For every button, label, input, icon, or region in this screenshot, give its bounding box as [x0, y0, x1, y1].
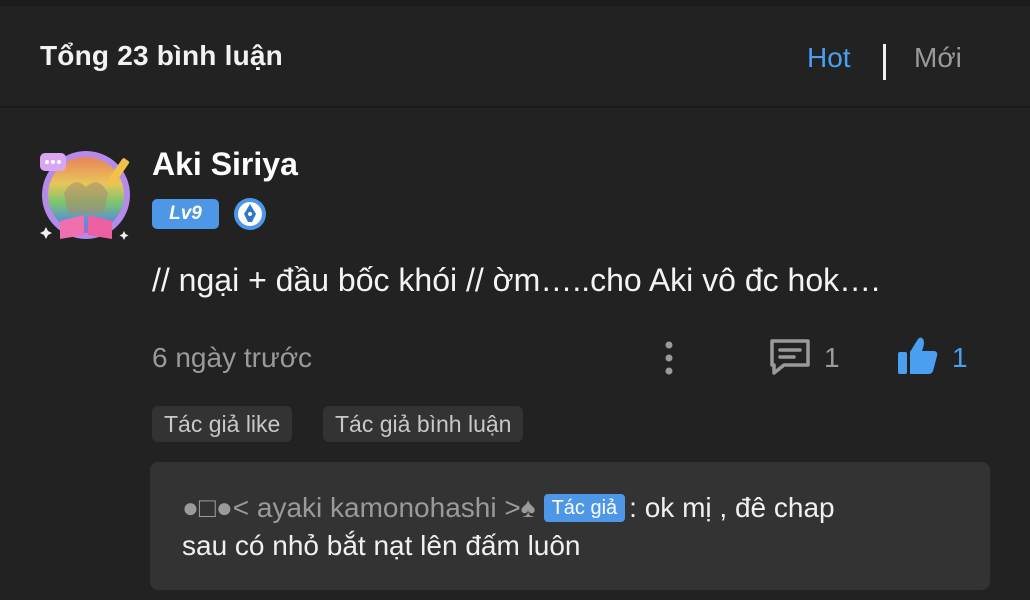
author-liked-tag: Tác giả like — [152, 406, 293, 442]
level-badge: Lv9 — [152, 199, 219, 229]
more-vertical-icon[interactable] — [654, 338, 684, 378]
like-count: 1 — [952, 342, 968, 373]
sort-new-tab[interactable]: Mới — [914, 42, 962, 74]
reply-count: 1 — [824, 342, 840, 373]
reply-author-name[interactable]: ●□●< ayaki kamonohashi >♠ — [182, 492, 536, 523]
sort-divider — [883, 44, 886, 80]
reply-text-start: : ok mị , đê chap — [629, 492, 835, 523]
author-replied-tag: Tác giả bình luận — [323, 406, 524, 442]
comment-icon[interactable] — [768, 337, 812, 377]
fountain-pen-icon — [233, 197, 267, 231]
reply-preview[interactable]: ●□●< ayaki kamonohashi >♠ Tác giả: ok mị … — [150, 462, 990, 590]
avatar[interactable] — [34, 135, 142, 243]
author-badge: Tác giả — [543, 494, 626, 522]
reply-first-line: ●□●< ayaki kamonohashi >♠ Tác giả: ok mị … — [182, 492, 835, 524]
comments-header: Tổng 23 bình luận Hot Mới — [0, 6, 1030, 108]
comment-text: // ngại + đầu bốc khói // ờm…..cho Aki v… — [152, 262, 881, 298]
comment-timestamp: 6 ngày trước — [152, 342, 313, 373]
comment-author-name[interactable]: Aki Siriya — [152, 146, 298, 183]
sort-hot-tab[interactable]: Hot — [807, 42, 851, 74]
comment-total-title: Tổng 23 bình luận — [40, 40, 283, 71]
reply-text-continued: sau có nhỏ bắt nạt lên đấm luôn — [182, 530, 581, 561]
thumbs-up-icon[interactable] — [896, 335, 940, 377]
avatar-image — [40, 151, 130, 240]
